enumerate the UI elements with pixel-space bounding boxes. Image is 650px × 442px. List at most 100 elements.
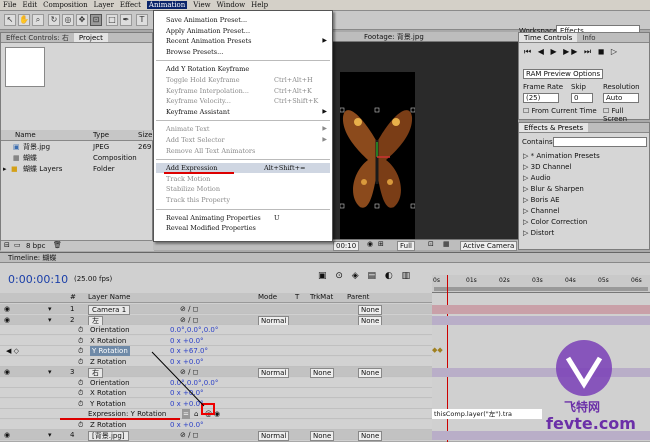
- menu-item[interactable]: Add Y Rotation Keyframe: [166, 64, 332, 74]
- list-item[interactable]: ▣ 背景.jpg JPEG 269: [1, 142, 154, 153]
- layer-name[interactable]: 右: [88, 368, 103, 378]
- property-name[interactable]: Z Rotation: [90, 420, 126, 430]
- tab-project[interactable]: Project: [73, 33, 108, 42]
- layer-name[interactable]: 左: [88, 315, 103, 326]
- parent-select[interactable]: None: [358, 305, 383, 315]
- tab-time-controls[interactable]: Time Controls: [519, 33, 578, 42]
- mode-select[interactable]: Normal: [258, 315, 290, 326]
- eye-icon[interactable]: ◉: [4, 315, 10, 325]
- parent-select[interactable]: None: [358, 315, 383, 326]
- property-name[interactable]: X Rotation: [90, 336, 126, 346]
- full-screen-checkbox[interactable]: ☐ Full Screen: [603, 107, 649, 123]
- menu-item[interactable]: Reveal Modified Properties: [166, 223, 332, 233]
- orbit-camera-icon[interactable]: ◎: [62, 14, 74, 26]
- menu-edit[interactable]: Edit: [22, 1, 37, 9]
- trkmat-select[interactable]: None: [310, 431, 335, 441]
- layer-row[interactable]: ◉ ▾ 3 右 ⊘ ∕ ◻ Normal None None: [0, 367, 432, 378]
- menu-item[interactable]: Reveal Animating Properties U: [166, 213, 332, 223]
- stopwatch-icon[interactable]: ⏱: [78, 399, 83, 409]
- property-row[interactable]: Expression: Y Rotation = ⌂ @ ◉: [0, 409, 432, 420]
- stopwatch-icon[interactable]: ⏱: [78, 346, 83, 356]
- layer-row[interactable]: ◉ ▾ 1 Camera 1 ⊘ ∕ ◻ None: [0, 304, 432, 315]
- menu-animation[interactable]: Animation: [146, 1, 188, 9]
- playback-buttons[interactable]: ⏮ ◀ ▶ ▶▶ ⏭ ◼ ▷: [524, 47, 619, 57]
- hand-tool-icon[interactable]: ✋: [18, 14, 30, 26]
- tab-effects-presets[interactable]: Effects & Presets: [519, 123, 589, 132]
- keyframe-diamond-icon[interactable]: ◆◆: [432, 346, 443, 354]
- col-size[interactable]: Size: [138, 130, 152, 140]
- from-current-time-checkbox[interactable]: ☐ From Current Time: [523, 107, 597, 115]
- header-mode[interactable]: Mode: [258, 293, 277, 301]
- property-row[interactable]: ⏱ X Rotation 0 x +0.0°: [0, 388, 432, 398]
- menu-view[interactable]: View: [193, 1, 210, 9]
- expression-graph-icon[interactable]: ⌂: [194, 409, 198, 419]
- effect-category[interactable]: ▷ * Animation Presets: [523, 151, 600, 161]
- layer-switches[interactable]: ⊘ ∕ ◻: [180, 304, 198, 314]
- list-item[interactable]: ▦ 蝴蝶 Composition: [1, 153, 154, 164]
- effect-category[interactable]: ▷ Color Correction: [523, 217, 587, 227]
- menu-layer[interactable]: Layer: [94, 1, 114, 9]
- trash-icon[interactable]: 🗑: [53, 241, 62, 249]
- mode-select[interactable]: Normal: [258, 431, 290, 441]
- menu-file[interactable]: File: [3, 1, 16, 9]
- mode-select[interactable]: Normal: [258, 368, 290, 378]
- effect-category[interactable]: ▷ Boris AE: [523, 195, 560, 205]
- expand-triangle-icon[interactable]: ▾: [48, 304, 52, 314]
- eye-icon[interactable]: ◉: [4, 304, 10, 314]
- parent-select[interactable]: None: [358, 431, 383, 441]
- stopwatch-icon[interactable]: ⏱: [78, 325, 83, 335]
- menu-composition[interactable]: Composition: [43, 1, 88, 9]
- trkmat-select[interactable]: None: [310, 368, 335, 378]
- property-name[interactable]: Y Rotation: [90, 346, 130, 356]
- menu-item[interactable]: Recent Animation Presets ▶: [166, 36, 332, 46]
- skip-field[interactable]: 0: [571, 93, 593, 103]
- property-name[interactable]: Y Rotation: [90, 399, 126, 409]
- menu-item[interactable]: Add Expression Alt+Shift+=: [156, 163, 330, 175]
- property-row[interactable]: ⏱ Orientation 0.0°,0.0°,0.0°: [0, 377, 432, 388]
- property-row[interactable]: ◀ ◇ ⏱ Y Rotation 0 x +67.0°: [0, 346, 432, 356]
- stopwatch-icon[interactable]: ⏱: [78, 378, 83, 388]
- header-layer-name[interactable]: Layer Name: [88, 293, 130, 301]
- text-tool-icon[interactable]: T: [136, 14, 148, 26]
- layer-row[interactable]: ◉ ▾ 4 [背景.jpg] ⊘ ∕ ◻ Normal None None: [0, 430, 432, 441]
- transparency-icon[interactable]: ▦: [443, 240, 450, 248]
- interpret-icon[interactable]: ⊟: [4, 241, 10, 249]
- stopwatch-icon[interactable]: ⏱: [78, 388, 83, 398]
- property-row[interactable]: ⏱ X Rotation 0 x +0.0°: [0, 335, 432, 346]
- property-name[interactable]: X Rotation: [90, 388, 126, 398]
- tab-effect-controls[interactable]: Effect Controls: 右: [1, 33, 74, 42]
- menu-window[interactable]: Window: [217, 1, 246, 9]
- property-value[interactable]: 0.0°,0.0°,0.0°: [170, 325, 218, 335]
- property-name[interactable]: Orientation: [90, 378, 130, 388]
- selection-tool-icon[interactable]: ↖: [4, 14, 16, 26]
- col-type[interactable]: Type: [93, 130, 109, 140]
- rotate-tool-icon[interactable]: ↻: [48, 14, 60, 26]
- menu-item[interactable]: Apply Animation Preset...: [166, 26, 332, 36]
- tab-timeline[interactable]: Timeline: 蝴蝶: [8, 253, 56, 263]
- region-icon[interactable]: ⊡: [428, 240, 434, 248]
- disclosure-triangle-icon[interactable]: ▸: [3, 164, 7, 175]
- effect-category[interactable]: ▷ 3D Channel: [523, 162, 571, 172]
- track-xy-icon[interactable]: ✥: [76, 14, 88, 26]
- eye-icon[interactable]: ◉: [4, 367, 10, 377]
- property-name[interactable]: Orientation: [90, 325, 130, 335]
- effect-category[interactable]: ▷ Channel: [523, 206, 559, 216]
- ram-preview-select[interactable]: RAM Preview Options: [523, 69, 603, 79]
- layer-switches[interactable]: ⊘ ∕ ◻: [180, 430, 198, 440]
- menu-item[interactable]: Keyframe Assistant ▶: [166, 107, 332, 117]
- expand-triangle-icon[interactable]: ▾: [48, 430, 52, 440]
- header-trkmat[interactable]: TrkMat: [310, 293, 333, 301]
- property-row[interactable]: ⏱ Orientation 0.0°,0.0°,0.0°: [0, 325, 432, 335]
- grid-icon[interactable]: ⊞: [378, 240, 384, 248]
- timecode-display[interactable]: 0:00:00:10: [8, 273, 68, 286]
- resolution-select[interactable]: Auto: [603, 93, 639, 103]
- resolution-select[interactable]: Full: [397, 241, 415, 251]
- menu-effect[interactable]: Effect: [120, 1, 141, 9]
- layer-switches[interactable]: ⊘ ∕ ◻: [180, 315, 198, 325]
- expand-triangle-icon[interactable]: ▾: [48, 367, 52, 377]
- current-time-field[interactable]: 00:10: [333, 241, 360, 251]
- expression-toggle-icon[interactable]: =: [182, 409, 190, 419]
- parent-select[interactable]: None: [358, 368, 383, 378]
- effect-category[interactable]: ▷ Distort: [523, 228, 554, 238]
- pan-behind-icon[interactable]: ⊡: [90, 14, 102, 26]
